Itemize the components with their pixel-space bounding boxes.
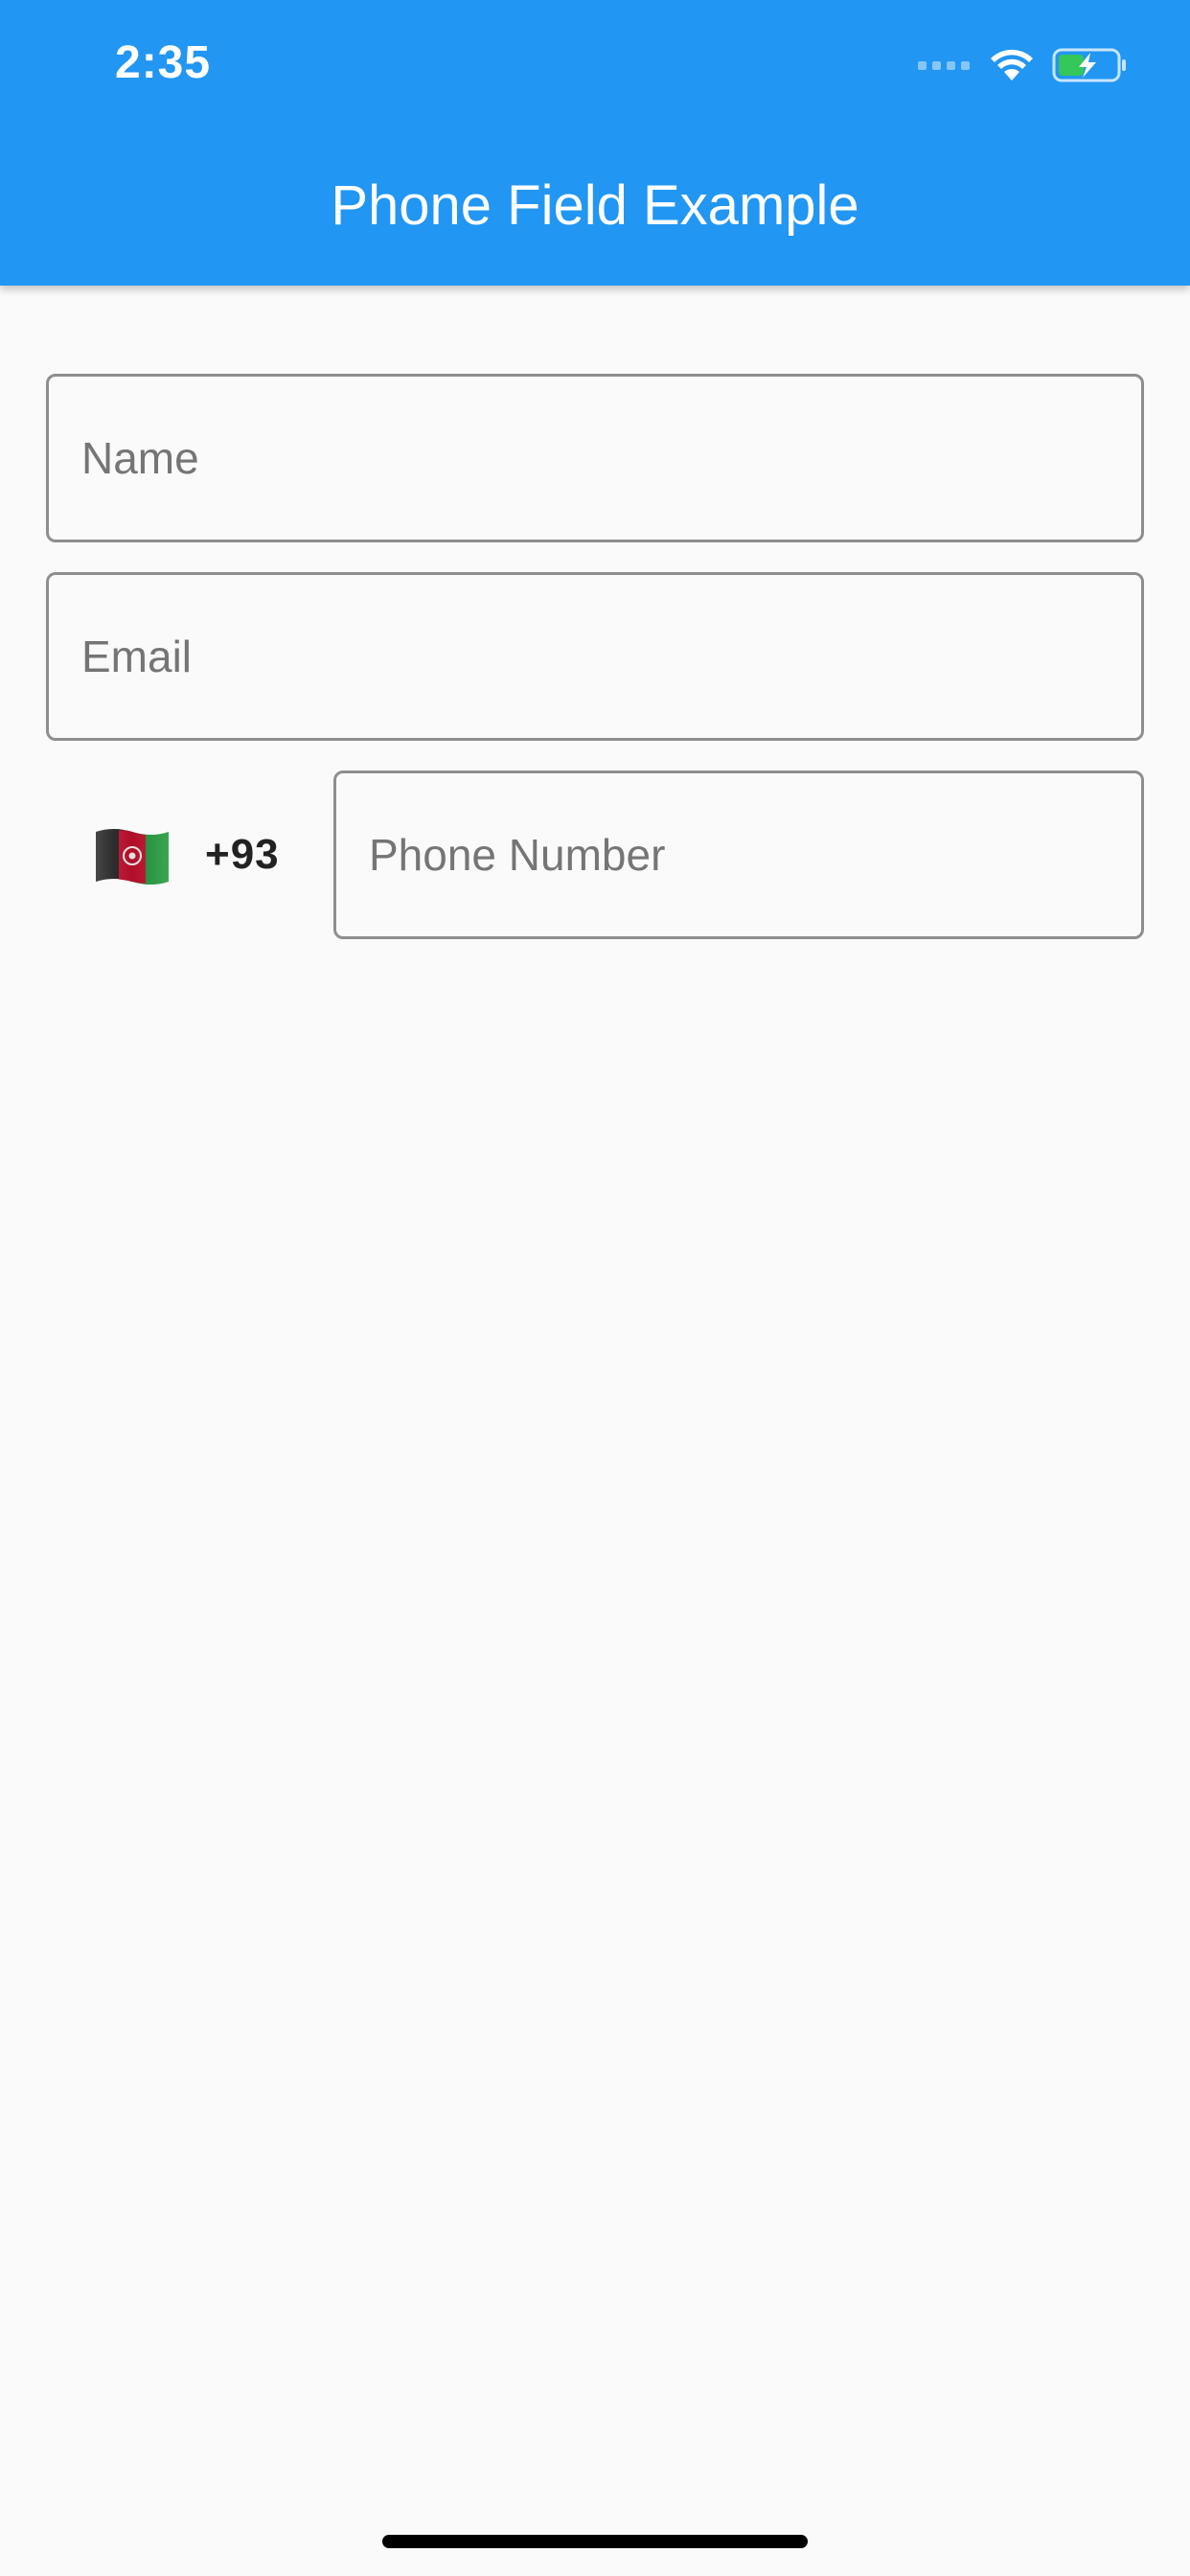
- phone-number-field[interactable]: Phone Number: [333, 770, 1144, 939]
- email-field[interactable]: Email: [46, 572, 1144, 741]
- afghanistan-flag-icon: [96, 829, 169, 885]
- battery-charging-icon: [1052, 48, 1126, 82]
- app-bar: 2:35 Phone Field Example: [0, 0, 1190, 286]
- dial-code: +93: [205, 831, 280, 878]
- name-field[interactable]: Name: [46, 374, 1144, 542]
- signal-dots-icon: [918, 60, 970, 70]
- country-code-picker[interactable]: +93: [92, 815, 303, 895]
- wifi-icon: [991, 49, 1033, 80]
- home-indicator[interactable]: [382, 2535, 808, 2548]
- page-title: Phone Field Example: [331, 174, 859, 237]
- status-bar-icons: [918, 44, 1129, 86]
- phone-number-placeholder: Phone Number: [369, 830, 666, 880]
- name-field-placeholder: Name: [81, 433, 199, 483]
- email-field-placeholder: Email: [81, 632, 193, 681]
- status-bar-time: 2:35: [115, 37, 212, 88]
